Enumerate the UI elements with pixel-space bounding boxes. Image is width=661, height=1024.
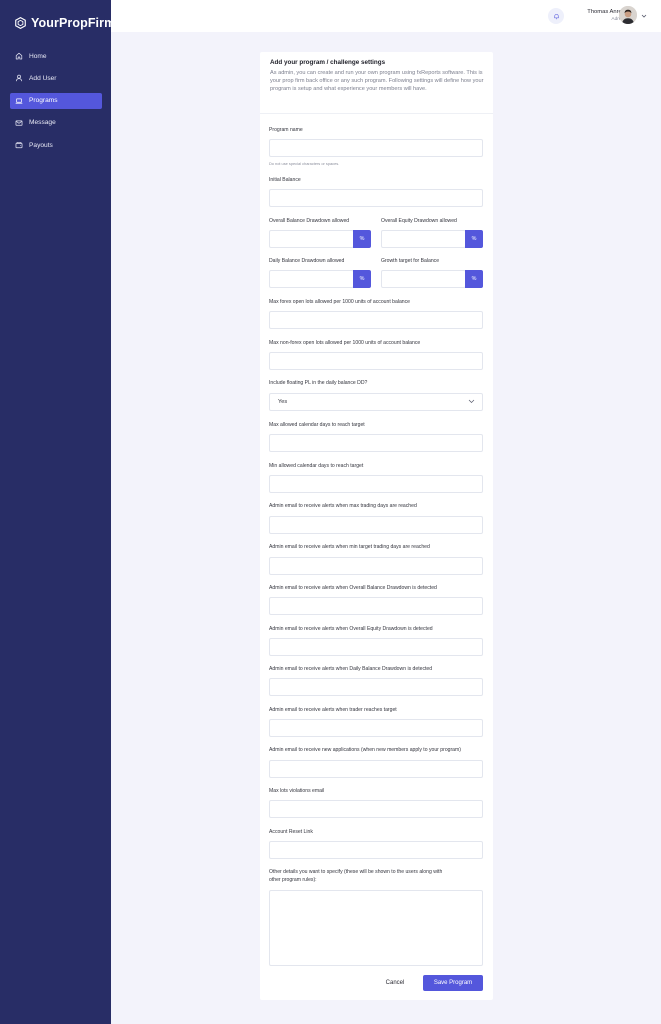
floating-pl-label: Include floating PL in the daily balance… [269,380,368,386]
sidebar-item-add-user[interactable]: Add User [10,70,102,86]
chevron-down-icon[interactable] [641,13,647,19]
max-nonforex-lots-label: Max non-forex open lots allowed per 1000… [269,340,421,346]
other-details-textarea[interactable] [269,890,483,966]
email-overall-balance-input[interactable] [269,597,483,615]
email-daily-balance-label: Admin email to receive alerts when Daily… [269,666,433,672]
email-daily-balance-input[interactable] [269,678,483,696]
topbar: Thomas Anree Admin [111,0,661,32]
email-applications-label: Admin email to receive new applications … [269,747,461,753]
overall-equity-dd-label: Overall Equity Drawdown allowed [381,218,457,224]
email-min-days-input[interactable] [269,557,483,575]
email-overall-equity-input[interactable] [269,638,483,656]
initial-balance-input[interactable] [269,189,483,207]
growth-target-percent-addon: % [465,270,483,288]
sidebar-item-home[interactable]: Home [10,48,102,64]
max-forex-lots-input[interactable] [269,311,483,329]
floating-pl-select-value: Yes [278,399,288,405]
sidebar-nav: Home Add User Programs Message Payouts [10,48,102,159]
max-days-label: Max allowed calendar days to reach targe… [269,422,365,428]
email-target-label: Admin email to receive alerts when trade… [269,707,397,713]
floating-pl-select[interactable] [269,393,483,411]
home-icon [15,52,23,60]
other-details-label-line2: other program rules): [269,877,317,883]
program-name-input[interactable] [269,139,483,157]
email-target-input[interactable] [269,719,483,737]
laptop-icon [15,98,23,104]
overall-balance-dd-percent-addon: % [353,230,371,248]
min-days-label: Min allowed calendar days to reach targe… [269,463,364,469]
sidebar-item-programs[interactable]: Programs [10,92,102,109]
user-name: Thomas Anree [587,9,625,15]
email-overall-balance-label: Admin email to receive alerts when Overa… [269,585,437,591]
program-name-label: Program name [269,127,303,133]
max-forex-lots-label: Max forex open lots allowed per 1000 uni… [269,299,411,305]
daily-balance-dd-input[interactable] [269,270,354,288]
overall-balance-dd-input[interactable] [269,230,354,248]
sidebar-item-payouts[interactable]: Payouts [10,137,102,153]
brand-name: YourPropFirm [31,16,116,30]
growth-target-input[interactable] [381,270,466,288]
email-min-days-label: Admin email to receive alerts when min t… [269,544,430,550]
sidebar-item-label: Home [29,52,47,60]
email-overall-equity-label: Admin email to receive alerts when Overa… [269,626,433,632]
program-name-hint: Do not use special characters or spaces. [269,161,340,166]
sidebar: YourPropFirm Home Add User Programs Mess… [0,0,115,1024]
sidebar-item-message[interactable]: Message [10,115,102,131]
avatar[interactable] [619,6,637,24]
initial-balance-label: Initial Balance [269,177,301,183]
daily-balance-dd-percent-addon: % [353,270,371,288]
user-icon [15,75,23,82]
reset-link-label: Account Reset Link [269,829,313,835]
sidebar-item-label: Message [29,119,56,127]
sidebar-item-label: Payouts [29,141,53,149]
reset-link-input[interactable] [269,841,483,859]
min-days-input[interactable] [269,475,483,493]
other-details-label-line1: Other details you want to specify (these… [269,869,443,875]
save-program-button[interactable]: Save Program [423,975,483,991]
chevron-down-icon [468,399,475,403]
page-title: Add your program / challenge settings [270,59,386,66]
overall-balance-dd-label: Overall Balance Drawdown allowed [269,218,350,224]
cancel-button[interactable]: Cancel [375,975,415,991]
card-header: Add your program / challenge settings As… [260,52,493,114]
overall-equity-dd-percent-addon: % [465,230,483,248]
max-lots-email-label: Max lots violations email [269,788,325,794]
envelope-icon [15,120,23,126]
notifications-button[interactable] [548,8,564,24]
user-info[interactable]: Thomas Anree Admin [573,9,625,22]
max-lots-email-input[interactable] [269,800,483,818]
overall-equity-dd-input[interactable] [381,230,466,248]
user-avatar-icon [619,6,637,24]
card-description: As admin, you can create and run your ow… [270,70,484,92]
wallet-icon [15,142,23,149]
max-days-input[interactable] [269,434,483,452]
email-applications-input[interactable] [269,760,483,778]
bell-icon [553,13,559,19]
sidebar-item-label: Add User [29,74,57,82]
growth-target-label: Growth target for Balance [381,258,440,264]
email-max-days-label: Admin email to receive alerts when max t… [269,503,417,509]
user-role: Admin [611,17,625,22]
max-nonforex-lots-input[interactable] [269,352,483,370]
daily-balance-dd-label: Daily Balance Drawdown allowed [269,258,345,264]
sidebar-item-label: Programs [29,97,58,105]
hexagon-logo-icon [15,17,26,29]
email-max-days-input[interactable] [269,516,483,534]
brand-logo[interactable]: YourPropFirm [15,16,115,30]
